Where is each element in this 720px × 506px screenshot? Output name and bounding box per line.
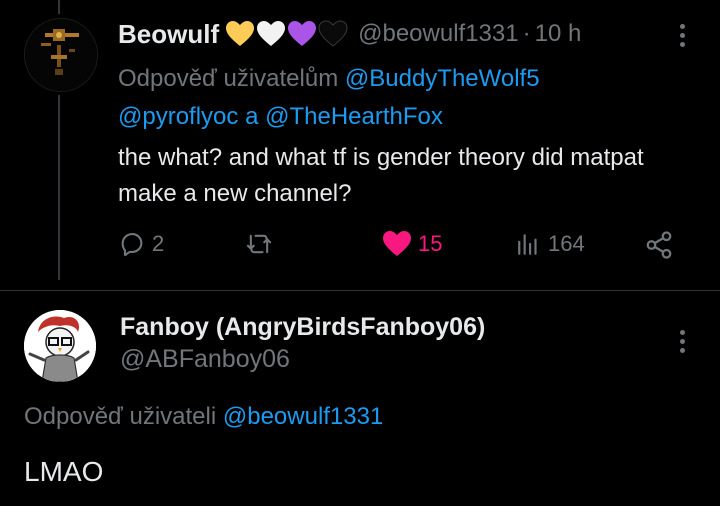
reply-icon	[121, 233, 143, 257]
reply-count: 2	[152, 231, 165, 256]
handle-fanboy[interactable]: @ABFanboy06	[120, 345, 290, 374]
yellow-heart-icon	[226, 21, 255, 46]
like-button[interactable]: 15	[382, 230, 442, 258]
reply-joiner: a	[245, 103, 259, 130]
avatar-beowulf-image	[25, 19, 97, 91]
display-name-fanboy[interactable]: Fanboy (AngryBirdsFanboy06)	[120, 313, 485, 342]
like-count: 15	[418, 231, 443, 256]
tweet-text-fanboy: LMAO	[24, 456, 104, 487]
reply-context-fanboy: Odpověď uživateli @beowulf1331	[24, 403, 383, 431]
display-name[interactable]: Beowulf	[118, 19, 219, 50]
bar-chart-icon	[518, 234, 537, 255]
reply-button[interactable]: 2	[118, 230, 164, 258]
reply-prefix: Odpověď uživatelům	[118, 65, 339, 92]
reply-context: Odpověď uživatelům @BuddyTheWolf5 @pyrof…	[118, 60, 678, 136]
black-heart-icon	[318, 20, 348, 47]
more-options-icon[interactable]	[678, 24, 686, 47]
share-button[interactable]	[644, 230, 674, 260]
more-options-icon-fanboy[interactable]	[678, 330, 686, 353]
avatar-fanboy[interactable]	[24, 310, 96, 382]
heart-filled-icon	[383, 231, 411, 256]
separator-dot: ·	[522, 20, 531, 47]
mention-buddythewolf5[interactable]: @BuddyTheWolf5	[345, 65, 540, 92]
retweet-button[interactable]	[244, 230, 274, 258]
avatar-fanboy-image	[24, 310, 96, 382]
mention-beowulf1331[interactable]: @beowulf1331	[223, 403, 383, 430]
emoji-badges	[225, 20, 348, 48]
mention-thehearthfox[interactable]: @TheHearthFox	[265, 103, 443, 130]
avatar-beowulf[interactable]	[24, 18, 98, 92]
tweet-beowulf[interactable]: Beowulf @beowulf1331 · 10 h Odpověď uživ…	[0, 0, 720, 290]
handle[interactable]: @beowulf1331	[358, 20, 518, 48]
mention-pyroflyoc[interactable]: @pyroflyoc	[118, 103, 238, 130]
purple-heart-icon	[288, 21, 317, 46]
tweet-actions: 2 15 164	[118, 230, 678, 266]
timestamp[interactable]: 10 h	[535, 20, 582, 48]
reply-prefix-fanboy: Odpověď uživateli	[24, 403, 217, 430]
tweet1-header: Beowulf @beowulf1331 · 10 h	[118, 16, 581, 52]
tweet-text: the what? and what tf is gender theory d…	[118, 144, 644, 207]
views-button[interactable]: 164	[516, 230, 585, 258]
white-heart-icon	[257, 21, 286, 46]
retweet-icon	[246, 234, 272, 254]
view-count: 164	[548, 231, 585, 256]
share-icon	[646, 231, 672, 259]
